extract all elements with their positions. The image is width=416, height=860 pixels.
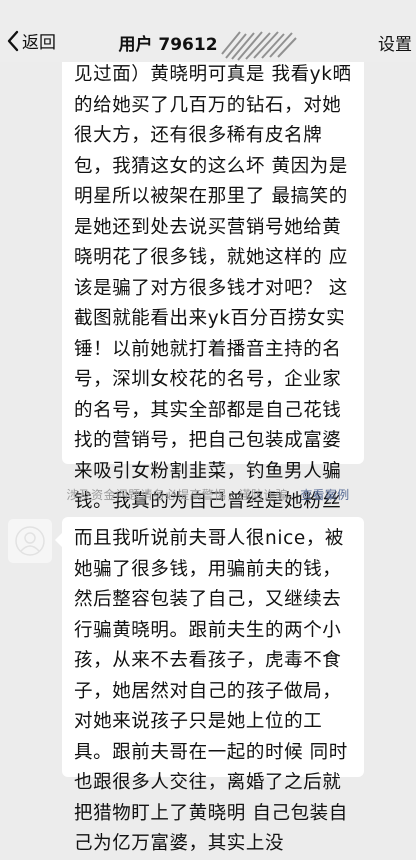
redaction-scribble <box>220 31 297 61</box>
message-bubble[interactable]: 而且我听说前夫哥人很nice，被她骗了很多钱，用骗前夫的钱，然后整容包装了自己，… <box>55 517 364 854</box>
default-avatar-icon <box>15 526 45 556</box>
message-bubble[interactable]: 见过面）黄晓明可真是 我看yk晒的给她买了几百万的钻石，对她很大方，还有很多稀有… <box>62 30 364 573</box>
navigation-bar: 返回 用户 79612 设置 <box>0 0 416 62</box>
notice-text: 涉及资金问题请务必提高警惕，谨防诈骗。 <box>66 488 301 502</box>
settings-button[interactable]: 设置 <box>378 30 412 55</box>
bubble-tail <box>55 533 62 547</box>
contact-name: 用户 79612 <box>118 35 218 55</box>
fraud-warning-notice: 涉及资金问题请务必提高警惕，谨防诈骗。查看案例 <box>0 486 416 503</box>
view-cases-link[interactable]: 查看案例 <box>300 488 349 502</box>
message-text: 而且我听说前夫哥人很nice，被她骗了很多钱，用骗前夫的钱，然后整容包装了自己，… <box>74 528 348 854</box>
page-title: 用户 79612 <box>0 28 416 62</box>
avatar[interactable] <box>8 519 52 563</box>
